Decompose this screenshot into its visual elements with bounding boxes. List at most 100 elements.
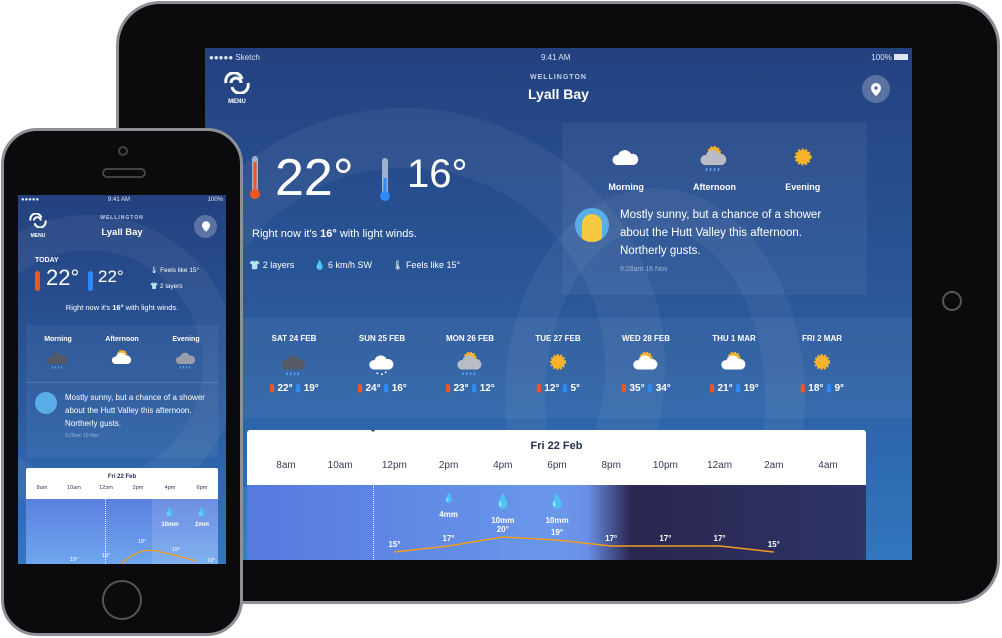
day-icon	[338, 347, 426, 379]
daily-forecast: SAT 24 FEB ▮ 22° ▮ 19° SUN 25 FEB ▮ 24° ▮ 1…	[205, 318, 912, 418]
forecast-panel: Morning Afternoon Evening Mostly sunny, bu…	[26, 325, 218, 458]
now-summary: Right now it's 16° with light winds.	[18, 303, 226, 312]
day-item[interactable]: SAT 24 FEB ▮ 22° ▮ 19°	[250, 318, 338, 394]
phone-home-button[interactable]	[102, 580, 142, 620]
day-item[interactable]: FRI 2 MAR ▮ 18° ▮ 9°	[778, 318, 866, 394]
thermometer-warm-icon	[35, 271, 40, 291]
time-tick: 2am	[764, 460, 784, 471]
forecast-time: 9:28am 16 Nov	[65, 433, 99, 439]
period-item: Morning	[591, 141, 661, 192]
day-item[interactable]: THU 1 MAR ▮ 21° ▮ 19°	[690, 318, 778, 394]
snow-weather-icon	[369, 355, 394, 376]
location-button[interactable]	[194, 215, 217, 238]
period-label: Afternoon	[692, 182, 736, 192]
day-icon	[690, 347, 778, 379]
low-temp: 22°	[98, 267, 124, 286]
day-icon	[514, 347, 602, 379]
tablet-screen: ●●●●● Sketch 9:41 AM 100% MENU WELLINGTO…	[205, 48, 912, 560]
forecast-text: Mostly sunny, but a chance of a shower a…	[65, 393, 205, 428]
forecaster-avatar	[575, 208, 609, 242]
layers-text: 2 layers	[159, 283, 183, 290]
day-list: SAT 24 FEB ▮ 22° ▮ 19° SUN 25 FEB ▮ 24° ▮ 1…	[205, 318, 912, 394]
rain-amount: 10mm	[161, 522, 179, 528]
layers-item: 👕 2 layers	[150, 283, 183, 290]
hourly-chart[interactable]: Fri 22 Feb 8am 10am 12pm 2pm 4pm 6pm 19° 19° 19…	[26, 468, 218, 564]
low-temp: 16°	[407, 152, 468, 196]
period-item: Afternoon	[95, 336, 150, 382]
temp-label: 19°	[207, 558, 215, 564]
hourly-plot: 19° 19° 19° 19° 19° 💧 10mm 💧 2mm	[26, 468, 218, 564]
thermometer-cold-icon	[379, 158, 391, 207]
forecast-text: Mostly sunny, but a chance of a shower a…	[620, 209, 822, 257]
forecast-panel: Morning Afternoon Evening Mostly sunny, bu…	[562, 123, 867, 295]
battery-icon	[894, 54, 908, 60]
hourly-chart[interactable]: Fri 22 Feb 8am 10am 12pm 2pm 4pm 6pm 8pm 10pm 12…	[247, 430, 866, 560]
period-label: Evening	[172, 336, 200, 343]
day-item[interactable]: SUN 25 FEB ▮ 24° ▮ 16°	[338, 318, 426, 394]
day-low: 19°	[743, 383, 759, 394]
wind-item: 💧 6 km/h SW	[314, 260, 372, 271]
period-item: Afternoon	[679, 141, 749, 192]
temp-label: 17°	[659, 534, 671, 543]
day-high: 12°	[544, 383, 560, 394]
place-title[interactable]: Lyall Bay	[205, 86, 912, 102]
day-item[interactable]: WED 28 FEB ▮ 35° ▮ 34°	[602, 318, 690, 394]
sun-weather-icon	[794, 148, 812, 166]
day-low: 9°	[834, 383, 845, 394]
thermometer-icon: 🌡	[391, 260, 404, 270]
day-icon	[426, 347, 514, 379]
status-battery: 100%	[871, 53, 908, 62]
hourly-date: Fri 22 Feb	[107, 474, 137, 480]
thermometer-cold-icon	[88, 271, 93, 291]
time-tick: 12am	[707, 460, 733, 471]
status-battery: 100%	[207, 197, 223, 203]
thermometer-warm-icon: ▮	[357, 383, 363, 394]
thermometer-warm-icon: ▮	[535, 383, 542, 394]
day-item[interactable]: TUE 27 FEB ▮ 12° ▮ 5°	[514, 318, 602, 394]
rain-amount: 10mm	[491, 516, 515, 525]
layers-text: 2 layers	[262, 260, 295, 270]
forecast-time: 9:28am 16 Nov	[620, 266, 668, 273]
region-label: WELLINGTON	[530, 74, 587, 81]
thermometer-cold-icon: ▮	[471, 383, 477, 394]
day-high: 21°	[717, 383, 733, 394]
tablet-home-button[interactable]	[942, 291, 962, 311]
temp-label: 17°	[714, 534, 726, 543]
temp-label: 19°	[138, 539, 146, 545]
day-label: SAT 24 FEB	[271, 334, 317, 343]
dark-rain-weather-icon	[47, 352, 68, 369]
raindrop-icon: 💧	[442, 493, 455, 503]
day-label: WED 28 FEB	[621, 334, 670, 343]
period-label: Afternoon	[105, 336, 139, 343]
day-label: THU 1 MAR	[712, 334, 756, 343]
temp-label: 15°	[388, 540, 400, 549]
now-summary: Right now it's 16° with light winds.	[252, 228, 417, 240]
phone-screen: ●●●●● 9:41 AM 100% MENU WELLINGTON Lyall…	[18, 195, 226, 564]
now-temp: 16°	[112, 303, 124, 312]
cloud-weather-icon	[612, 150, 639, 165]
thermometer-warm-icon: ▮	[799, 383, 806, 394]
day-low: 16°	[391, 383, 407, 394]
phone-speaker	[102, 168, 146, 178]
day-low: 5°	[570, 383, 581, 394]
thermometer-cold-icon: ▮	[295, 383, 301, 394]
raindrop-icon: 💧	[494, 493, 512, 509]
time-tick: 2pm	[438, 460, 459, 471]
day-high: 18°	[808, 383, 824, 394]
temp-label: 19°	[102, 553, 110, 559]
sun-cloud-weather-icon	[633, 351, 658, 370]
day-icon	[602, 347, 690, 379]
wind-text: 6 km/h SW	[327, 260, 372, 270]
location-button[interactable]	[862, 75, 890, 103]
time-tick: 4am	[818, 460, 838, 471]
temp-label: 19°	[172, 547, 180, 553]
temp-label: 20°	[497, 525, 509, 534]
feels-item: 🌡 Feels like 15°	[150, 267, 200, 274]
feels-text: Feels like 15°	[160, 267, 200, 274]
day-item[interactable]: MON 26 FEB ▮ 23° ▮ 12°	[426, 318, 514, 394]
sun-weather-icon	[814, 354, 830, 370]
hourly-header: Fri 22 Feb 8am 10am 12pm 2pm 4pm 6pm 8pm 10pm 12…	[247, 430, 866, 485]
status-carrier: ●●●●● Sketch	[209, 53, 260, 62]
rain-amount: 10mm	[545, 516, 569, 525]
now-prefix: Right now it's	[252, 228, 321, 240]
